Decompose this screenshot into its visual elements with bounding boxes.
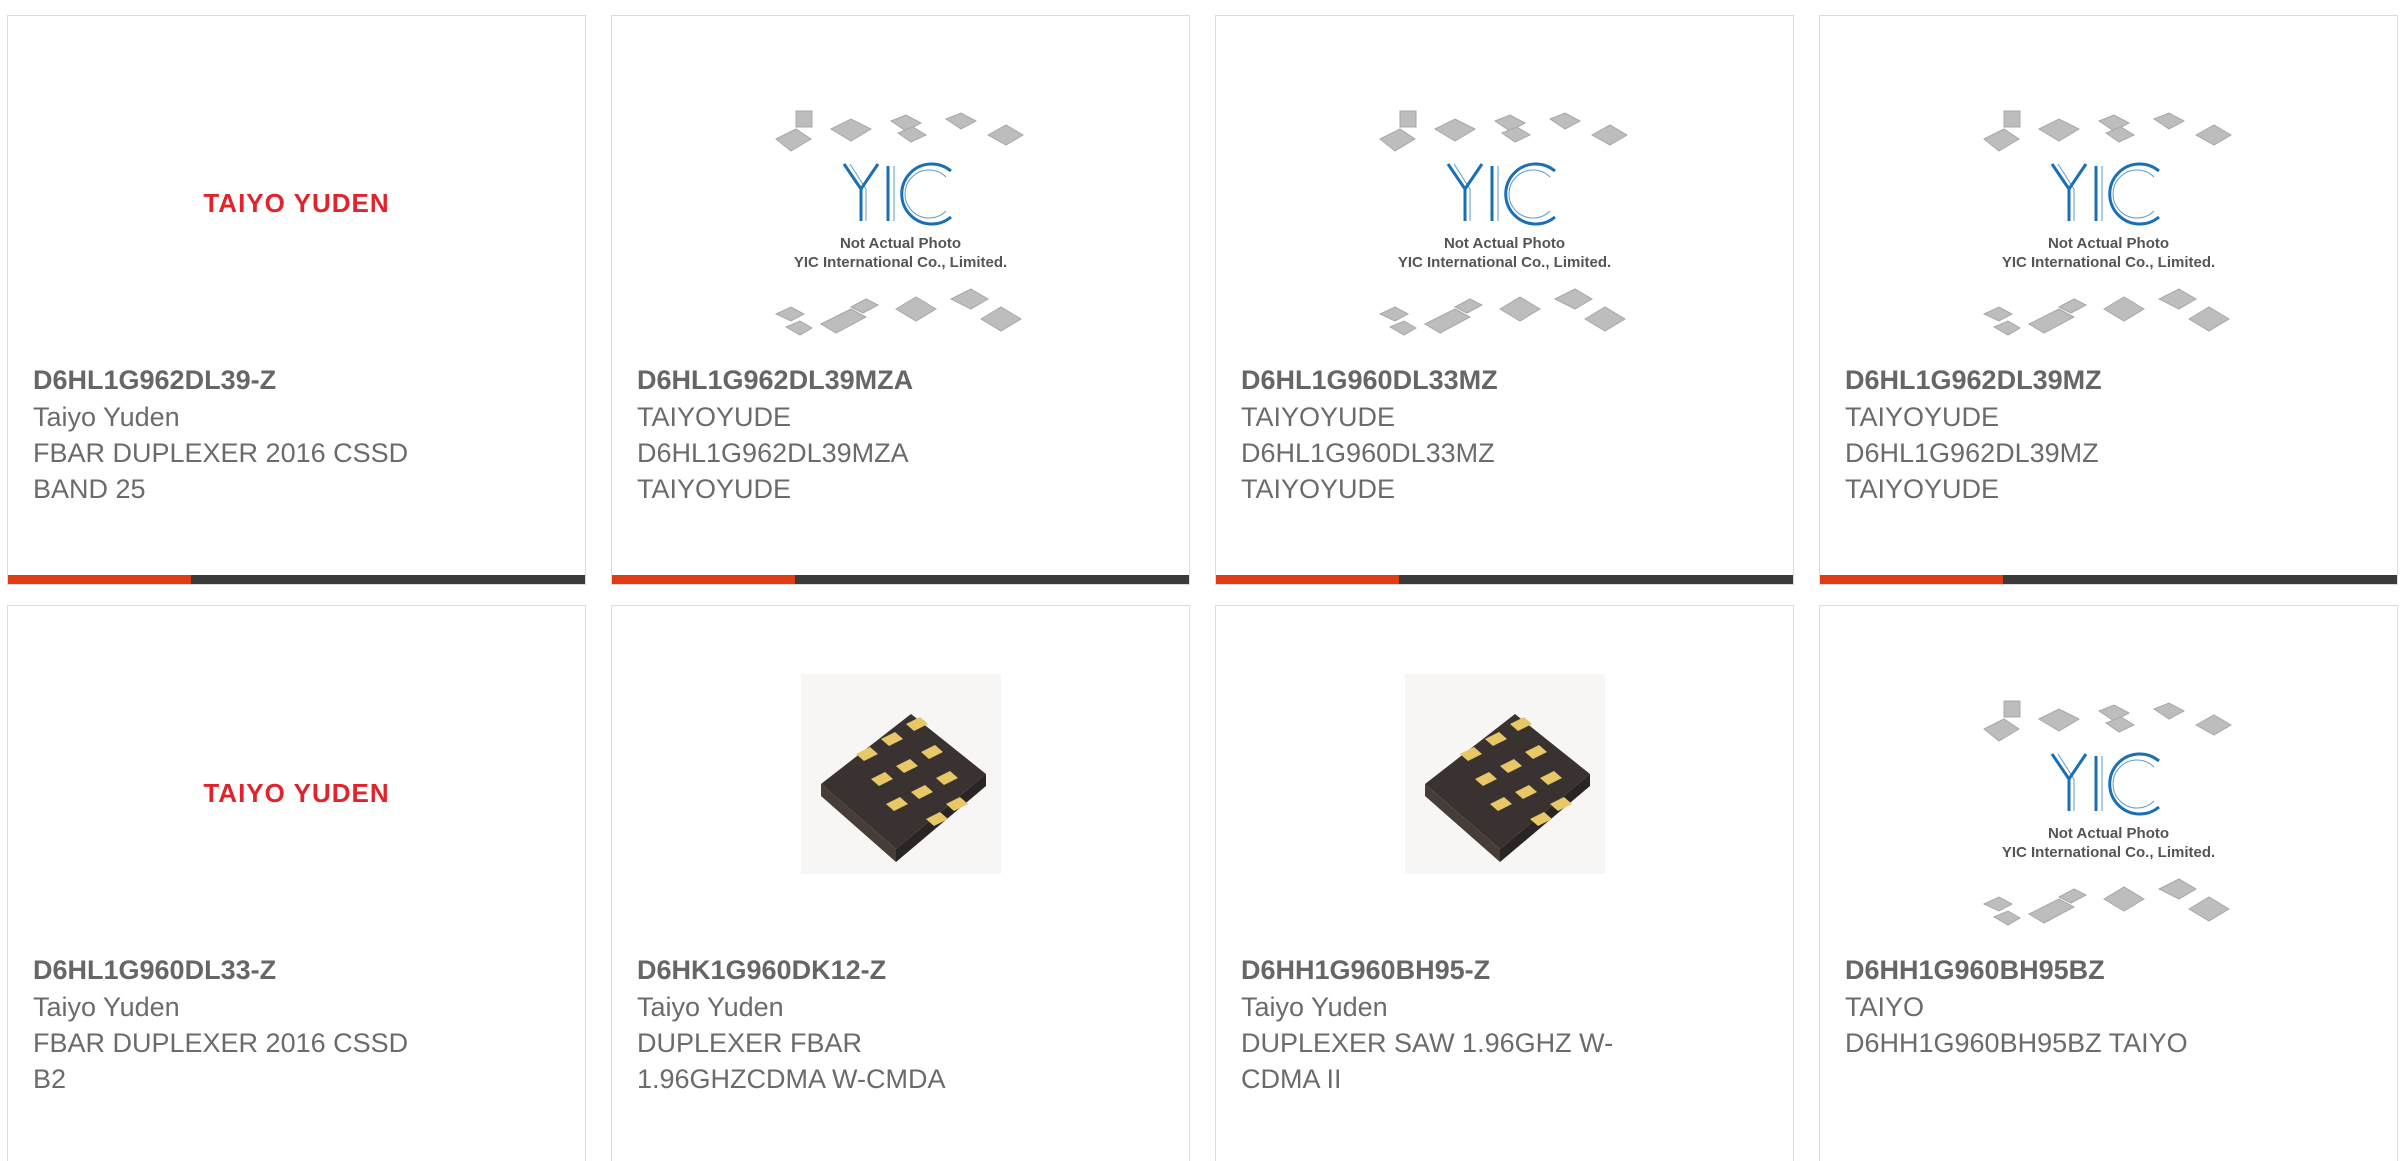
description-line: B2 [33, 1064, 67, 1094]
description-line: CDMA II [1241, 1064, 1342, 1094]
product-card[interactable]: Not Actual Photo YIC International Co., … [611, 15, 1190, 585]
manufacturer: TAIYOYUDE [1241, 402, 1396, 432]
manufacturer: TAIYOYUDE [637, 402, 792, 432]
manufacturer: Taiyo Yuden [637, 992, 784, 1022]
yic-placeholder-image: Not Actual Photo YIC International Co., … [1974, 699, 2244, 939]
chip-photo [800, 674, 1001, 874]
description-line: BAND 25 [33, 474, 146, 504]
taiyo-yuden-logo: TAIYO YUDEN [203, 778, 390, 808]
description-line: TAIYOYUDE [1845, 474, 2000, 504]
product-card[interactable]: Not Actual Photo YIC International Co., … [1819, 15, 2398, 585]
product-info: D6HK1G960DK12-Z Taiyo Yuden DUPLEXER FBA… [637, 951, 1164, 1097]
product-info: D6HL1G962DL39MZA TAIYOYUDE D6HL1G962DL39… [637, 361, 1164, 507]
placeholder-caption: Not Actual Photo YIC International Co., … [1397, 235, 1612, 271]
product-info: D6HH1G960BH95BZ TAIYO D6HH1G960BH95BZ TA… [1845, 951, 2372, 1061]
placeholder-caption: Not Actual Photo YIC International Co., … [2001, 825, 2216, 861]
placeholder-caption: Not Actual Photo YIC International Co., … [2001, 235, 2216, 271]
card-progress-bar [8, 575, 585, 584]
description-line: FBAR DUPLEXER 2016 CSSD [33, 438, 409, 468]
yic-placeholder-image: Not Actual Photo YIC International Co., … [766, 109, 1036, 349]
manufacturer: Taiyo Yuden [33, 992, 180, 1022]
manufacturer: TAIYO [1845, 992, 1925, 1022]
product-info: D6HL1G960DL33MZ TAIYOYUDE D6HL1G960DL33M… [1241, 361, 1768, 507]
description-line: D6HL1G960DL33MZ [1241, 438, 1495, 468]
part-number[interactable]: D6HL1G962DL39-Z [33, 361, 560, 399]
part-number[interactable]: D6HL1G962DL39MZA [637, 361, 1164, 399]
part-number[interactable]: D6HK1G960DK12-Z [637, 951, 1164, 989]
product-card[interactable]: Not Actual Photo YIC International Co., … [1819, 605, 2398, 1161]
manufacturer: Taiyo Yuden [33, 402, 180, 432]
description-line: 1.96GHZCDMA W-CMDA [637, 1064, 946, 1094]
product-card[interactable]: TAIYO YUDEN D6HL1G960DL33-Z Taiyo Yuden … [7, 605, 586, 1161]
part-number[interactable]: D6HH1G960BH95BZ [1845, 951, 2372, 989]
product-grid: TAIYO YUDEN D6HL1G962DL39-Z Taiyo Yuden … [0, 0, 2400, 1161]
card-progress-bar [1216, 575, 1793, 584]
taiyo-yuden-logo: TAIYO YUDEN [203, 188, 390, 218]
product-info: D6HH1G960BH95-Z Taiyo Yuden DUPLEXER SAW… [1241, 951, 1768, 1097]
manufacturer: Taiyo Yuden [1241, 992, 1388, 1022]
description-line: D6HH1G960BH95BZ TAIYO [1845, 1028, 2188, 1058]
product-card[interactable]: Not Actual Photo YIC International Co., … [1215, 15, 1794, 585]
product-info: D6HL1G962DL39-Z Taiyo Yuden FBAR DUPLEXE… [33, 361, 560, 507]
description-line: D6HL1G962DL39MZA [637, 438, 909, 468]
yic-placeholder-image: Not Actual Photo YIC International Co., … [1974, 109, 2244, 349]
product-info: D6HL1G960DL33-Z Taiyo Yuden FBAR DUPLEXE… [33, 951, 560, 1097]
part-number[interactable]: D6HH1G960BH95-Z [1241, 951, 1768, 989]
description-line: TAIYOYUDE [637, 474, 792, 504]
manufacturer: TAIYOYUDE [1845, 402, 2000, 432]
card-progress-bar [1820, 575, 2397, 584]
card-progress-bar [612, 575, 1189, 584]
part-number[interactable]: D6HL1G962DL39MZ [1845, 361, 2372, 399]
part-number[interactable]: D6HL1G960DL33-Z [33, 951, 560, 989]
description-line: FBAR DUPLEXER 2016 CSSD [33, 1028, 409, 1058]
description-line: DUPLEXER FBAR [637, 1028, 863, 1058]
description-line: D6HL1G962DL39MZ [1845, 438, 2099, 468]
product-card[interactable]: D6HK1G960DK12-Z Taiyo Yuden DUPLEXER FBA… [611, 605, 1190, 1161]
description-line: TAIYOYUDE [1241, 474, 1396, 504]
product-info: D6HL1G962DL39MZ TAIYOYUDE D6HL1G962DL39M… [1845, 361, 2372, 507]
product-card[interactable]: TAIYO YUDEN D6HL1G962DL39-Z Taiyo Yuden … [7, 15, 586, 585]
product-card[interactable]: D6HH1G960BH95-Z Taiyo Yuden DUPLEXER SAW… [1215, 605, 1794, 1161]
chip-photo [1404, 674, 1605, 874]
yic-placeholder-image: Not Actual Photo YIC International Co., … [1370, 109, 1640, 349]
description-line: DUPLEXER SAW 1.96GHZ W- [1241, 1028, 1614, 1058]
part-number[interactable]: D6HL1G960DL33MZ [1241, 361, 1768, 399]
placeholder-caption: Not Actual Photo YIC International Co., … [793, 235, 1008, 271]
